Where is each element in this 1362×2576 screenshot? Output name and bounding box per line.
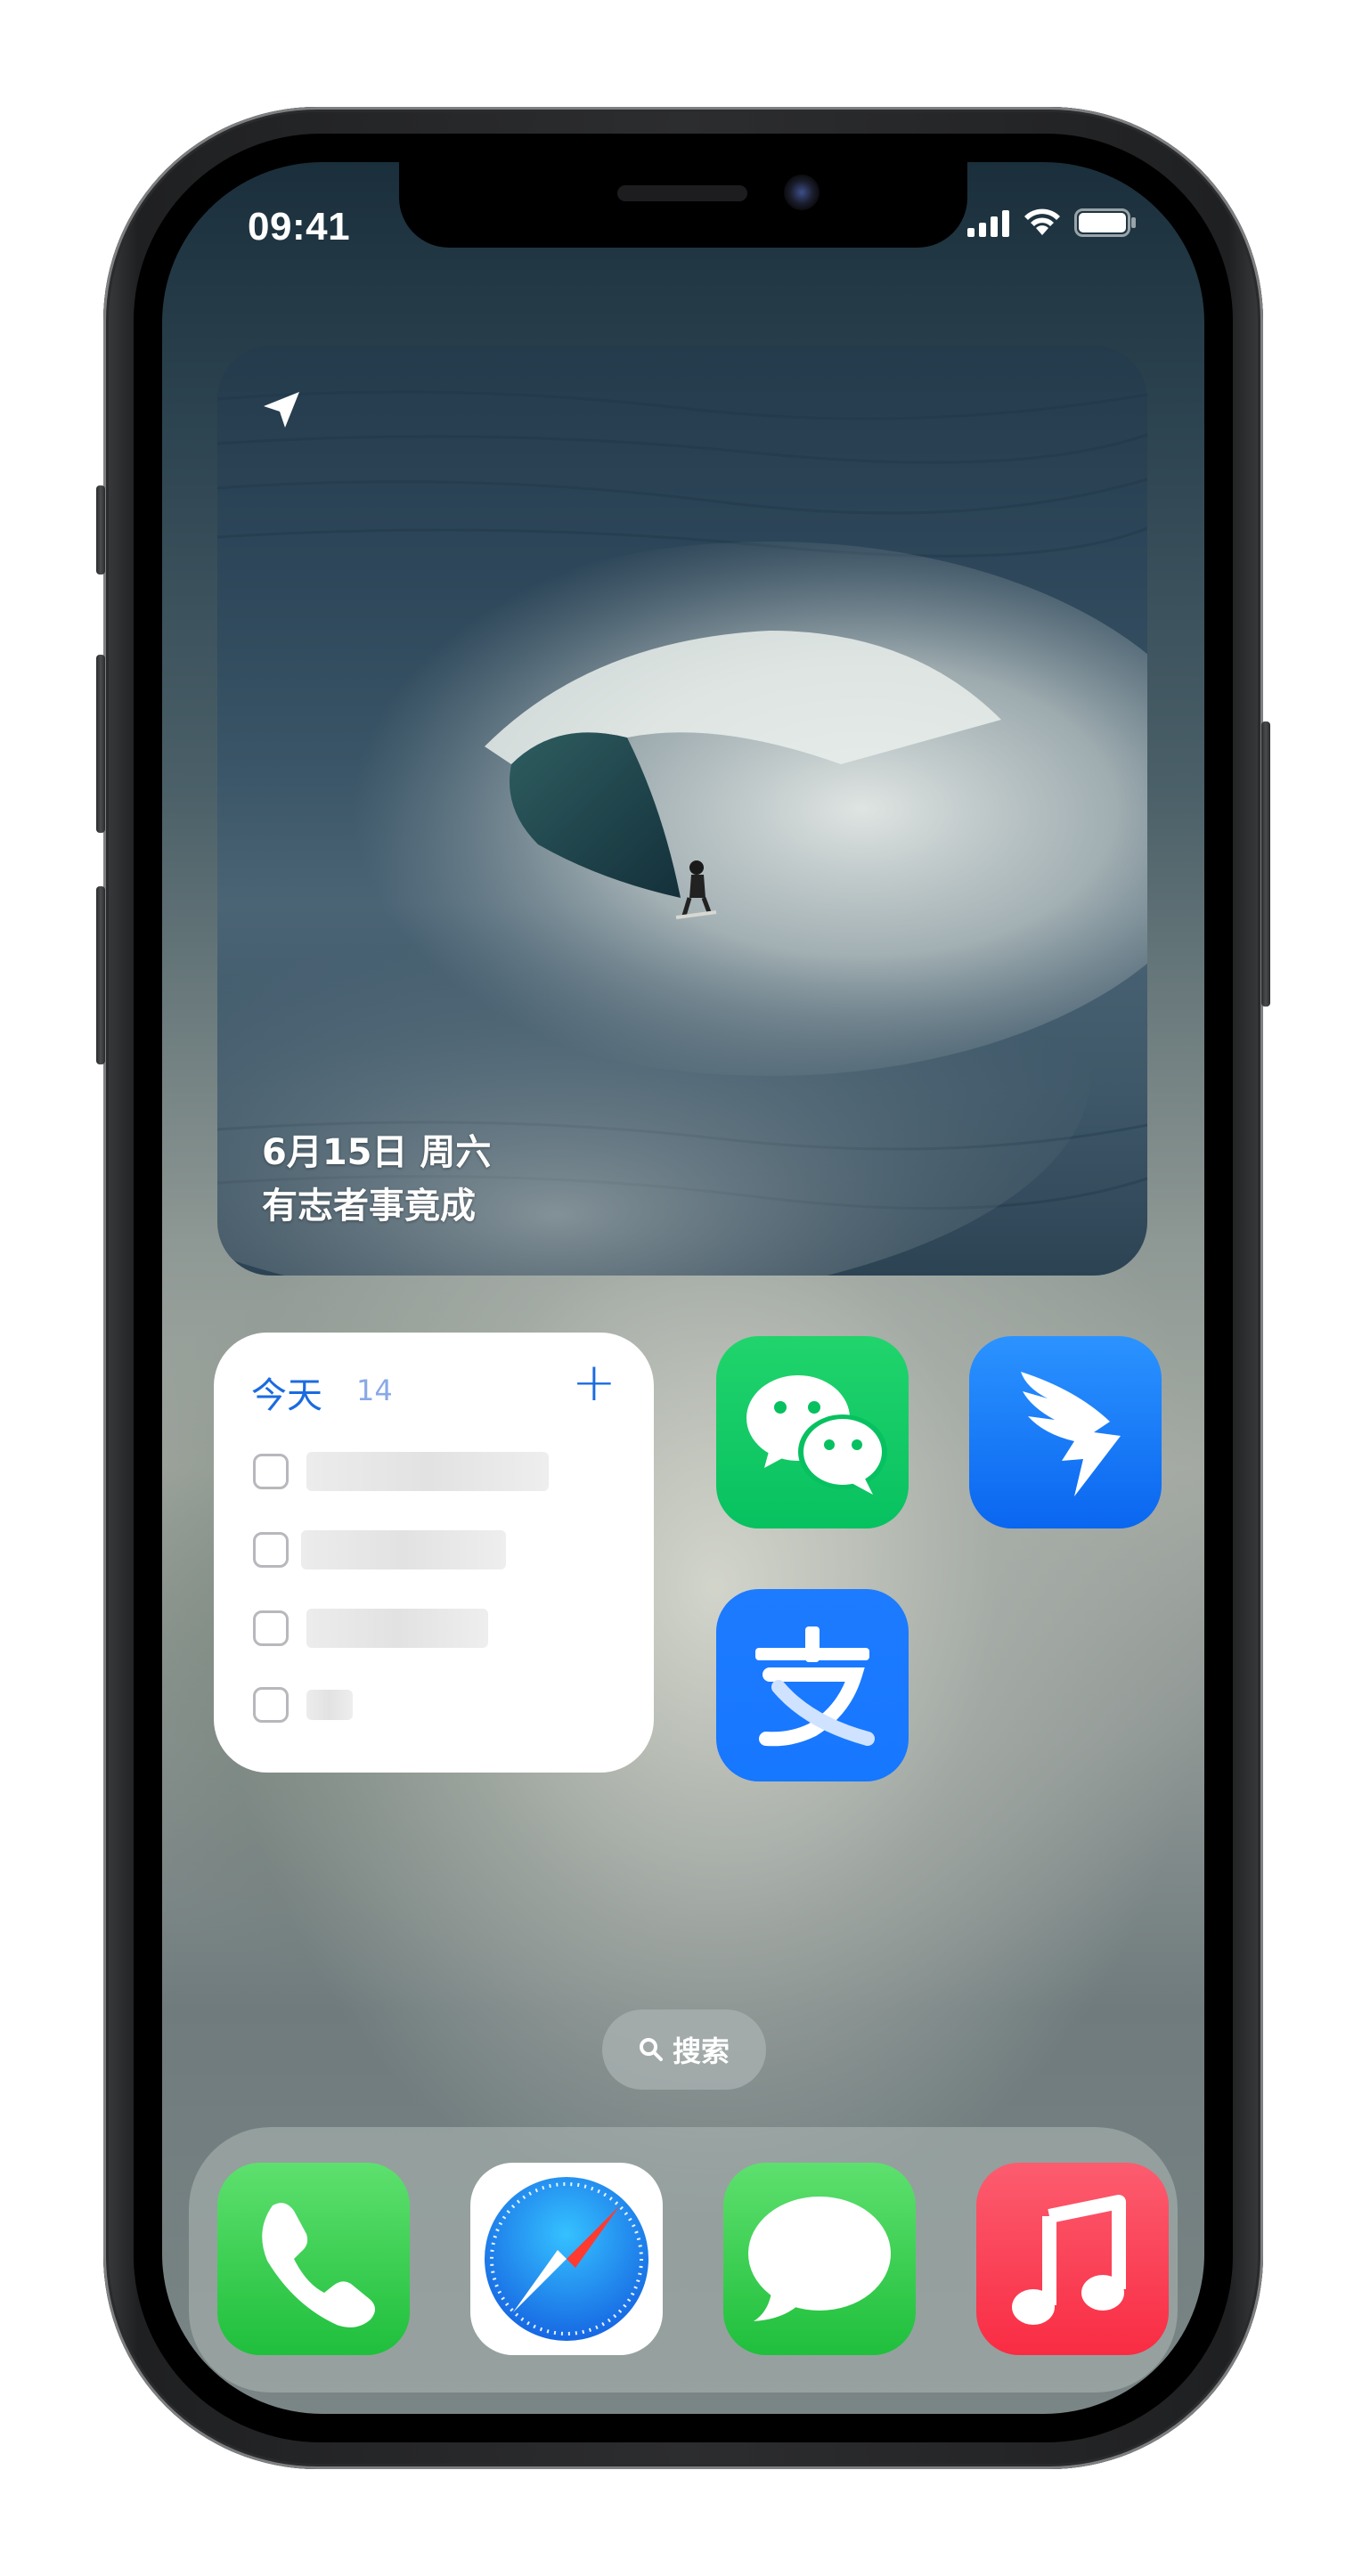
dingtalk-icon: [1021, 1372, 1121, 1496]
power-button: [1261, 721, 1270, 1007]
phone-icon: [262, 2203, 375, 2327]
cellular-signal-icon: [967, 210, 1009, 237]
reminder-text: [306, 1452, 549, 1491]
notch: [399, 162, 967, 248]
search-icon: [639, 2038, 663, 2061]
reminder-text: [306, 1609, 488, 1648]
messages-app[interactable]: [723, 2163, 916, 2355]
reminder-item[interactable]: [253, 1687, 353, 1723]
wechat-icon: [746, 1375, 887, 1495]
alipay-icon: [755, 1626, 875, 1747]
battery-icon: [1074, 208, 1136, 237]
status-time: 09:41: [248, 205, 351, 249]
photos-widget[interactable]: 6月15日 周六 有志者事竟成: [217, 346, 1147, 1276]
photo-caption: 6月15日 周六 有志者事竟成: [262, 1126, 491, 1233]
reminder-checkbox[interactable]: [253, 1610, 289, 1646]
dingtalk-app[interactable]: [969, 1336, 1162, 1528]
location-arrow-icon: [264, 392, 299, 428]
search-label: 搜索: [672, 2034, 730, 2068]
reminder-item[interactable]: [253, 1452, 549, 1491]
dock: [189, 2127, 1178, 2393]
volume-down-button: [96, 886, 105, 1064]
music-note-icon: [1012, 2195, 1126, 2325]
reminder-checkbox[interactable]: [253, 1687, 289, 1723]
volume-up-button: [96, 655, 105, 833]
reminders-count: 14: [356, 1374, 393, 1407]
photo-quote: 有志者事竟成: [262, 1186, 476, 1227]
reminder-item[interactable]: [253, 1609, 488, 1648]
music-app[interactable]: [976, 2163, 1169, 2355]
status-icons: [967, 208, 1137, 237]
phone-app[interactable]: [217, 2163, 410, 2355]
reminder-item[interactable]: [253, 1530, 506, 1569]
reminder-checkbox[interactable]: [253, 1454, 289, 1489]
photo-date: 6月15日 周六: [262, 1132, 492, 1173]
earpiece-speaker: [617, 185, 747, 201]
reminder-checkbox[interactable]: [253, 1532, 289, 1568]
alipay-app[interactable]: [716, 1589, 909, 1781]
messages-icon: [748, 2197, 891, 2321]
wifi-icon: [1024, 208, 1060, 235]
plus-icon[interactable]: +: [572, 1356, 616, 1409]
mute-switch: [96, 485, 105, 575]
search-button[interactable]: 搜索: [602, 2009, 766, 2090]
reminder-text: [301, 1530, 506, 1569]
reminder-text: [306, 1690, 353, 1720]
reminders-title: 今天: [251, 1375, 322, 1416]
front-camera: [784, 175, 820, 210]
home-screen: 09:41 6月15日 周六 有志者事竟成 今天 14 + 搜索: [162, 162, 1204, 2414]
safari-compass-icon: [485, 2177, 648, 2341]
wechat-app[interactable]: [716, 1336, 909, 1528]
safari-app[interactable]: [470, 2163, 663, 2355]
reminders-widget[interactable]: 今天 14 +: [214, 1333, 654, 1773]
